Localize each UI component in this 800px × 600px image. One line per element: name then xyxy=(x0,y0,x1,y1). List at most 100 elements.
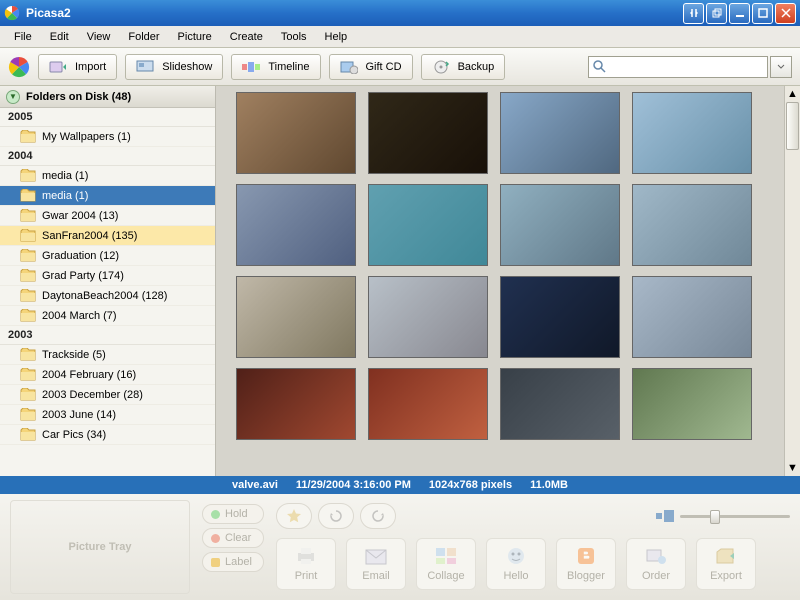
slider-handle[interactable] xyxy=(710,510,720,524)
hold-button[interactable]: Hold xyxy=(202,504,264,524)
giftcd-icon xyxy=(340,60,358,74)
import-button[interactable]: Import xyxy=(38,54,117,80)
thumbnail[interactable] xyxy=(368,92,488,174)
picture-tray[interactable]: Picture Tray xyxy=(10,500,190,594)
folder-icon xyxy=(20,130,36,143)
folder-label: 2004 February (16) xyxy=(42,369,136,381)
thumbnail[interactable] xyxy=(500,92,620,174)
backup-button[interactable]: Backup xyxy=(421,54,506,80)
win-restoredown-button[interactable] xyxy=(706,3,727,24)
thumbsize-slider[interactable] xyxy=(680,515,790,518)
hold-icon xyxy=(211,510,220,519)
timeline-icon xyxy=(242,60,260,74)
folder-icon xyxy=(20,249,36,262)
folder-icon xyxy=(20,229,36,242)
sidebar-folder[interactable]: DaytonaBeach2004 (128) xyxy=(0,286,215,306)
menu-picture[interactable]: Picture xyxy=(170,28,220,46)
thumbnail[interactable] xyxy=(368,276,488,358)
sidebar-folder[interactable]: SanFran2004 (135) xyxy=(0,226,215,246)
maximize-button[interactable] xyxy=(752,3,773,24)
status-bar: valve.avi 11/29/2004 3:16:00 PM 1024x768… xyxy=(0,476,800,494)
sidebar-folder[interactable]: media (1) xyxy=(0,186,215,206)
giftcd-button[interactable]: Gift CD xyxy=(329,54,413,80)
clear-button[interactable]: Clear xyxy=(202,528,264,548)
star-button[interactable] xyxy=(276,503,312,529)
sidebar-folder-list: 2005My Wallpapers (1)2004media (1)media … xyxy=(0,108,215,476)
close-button[interactable] xyxy=(775,3,796,24)
folder-icon xyxy=(20,289,36,302)
vertical-scrollbar[interactable]: ▲ ▼ xyxy=(784,86,800,476)
blogger-button[interactable]: Blogger xyxy=(556,538,616,590)
sidebar-folder[interactable]: 2003 June (14) xyxy=(0,405,215,425)
search-input[interactable] xyxy=(588,56,768,78)
window-title: Picasa2 xyxy=(26,6,683,20)
search-dropdown[interactable] xyxy=(770,56,792,78)
label-button[interactable]: Label xyxy=(202,552,264,572)
backup-label: Backup xyxy=(458,61,495,73)
slideshow-icon xyxy=(136,60,154,74)
collage-button[interactable]: Collage xyxy=(416,538,476,590)
folder-icon xyxy=(20,209,36,222)
rotate-left-button[interactable] xyxy=(318,503,354,529)
sidebar-folder[interactable]: 2004 February (16) xyxy=(0,365,215,385)
tray-label: Picture Tray xyxy=(69,541,132,553)
thumbnail[interactable] xyxy=(632,276,752,358)
rotate-right-button[interactable] xyxy=(360,503,396,529)
folder-label: media (1) xyxy=(42,190,88,202)
thumbnail[interactable] xyxy=(236,184,356,266)
print-button[interactable]: Print xyxy=(276,538,336,590)
status-dimensions: 1024x768 pixels xyxy=(429,479,512,491)
thumbnail[interactable] xyxy=(500,368,620,440)
email-button[interactable]: Email xyxy=(346,538,406,590)
menu-edit[interactable]: Edit xyxy=(42,28,77,46)
export-button[interactable]: Export xyxy=(696,538,756,590)
menu-tools[interactable]: Tools xyxy=(273,28,315,46)
scroll-up-button[interactable]: ▲ xyxy=(785,86,800,102)
menu-help[interactable]: Help xyxy=(317,28,356,46)
thumbnail[interactable] xyxy=(236,368,356,440)
menu-folder[interactable]: Folder xyxy=(120,28,167,46)
folder-label: Grad Party (174) xyxy=(42,270,124,282)
scroll-down-button[interactable]: ▼ xyxy=(785,460,800,476)
sidebar-folder[interactable]: Grad Party (174) xyxy=(0,266,215,286)
backup-icon xyxy=(432,60,450,74)
order-button[interactable]: Order xyxy=(626,538,686,590)
sidebar-folder[interactable]: 2003 December (28) xyxy=(0,385,215,405)
hello-button[interactable]: Hello xyxy=(486,538,546,590)
timeline-button[interactable]: Timeline xyxy=(231,54,320,80)
sidebar-folder[interactable]: media (1) xyxy=(0,166,215,186)
win-navback-button[interactable] xyxy=(683,3,704,24)
thumbnail-area: ▲ ▼ xyxy=(216,86,800,476)
sidebar-folder[interactable]: Gwar 2004 (13) xyxy=(0,206,215,226)
scrollbar-thumb[interactable] xyxy=(786,102,799,150)
thumbnail[interactable] xyxy=(632,368,752,440)
sidebar-year: 2003 xyxy=(0,326,215,345)
app-icon xyxy=(4,5,20,21)
status-filesize: 11.0MB xyxy=(530,479,568,491)
thumbnail[interactable] xyxy=(632,92,752,174)
thumbnail[interactable] xyxy=(236,276,356,358)
collapse-icon: ▼ xyxy=(6,90,20,104)
sidebar-folder[interactable]: 2004 March (7) xyxy=(0,306,215,326)
thumbnail[interactable] xyxy=(368,368,488,440)
sidebar-header[interactable]: ▼ Folders on Disk (48) xyxy=(0,86,215,108)
slideshow-button[interactable]: Slideshow xyxy=(125,54,223,80)
timeline-label: Timeline xyxy=(268,61,309,73)
thumbnail[interactable] xyxy=(500,184,620,266)
minimize-button[interactable] xyxy=(729,3,750,24)
sidebar-header-label: Folders on Disk (48) xyxy=(26,91,131,103)
thumbnail[interactable] xyxy=(632,184,752,266)
menu-file[interactable]: File xyxy=(6,28,40,46)
print-icon xyxy=(294,546,318,566)
folder-label: Car Pics (34) xyxy=(42,429,106,441)
thumbnail[interactable] xyxy=(236,92,356,174)
menu-create[interactable]: Create xyxy=(222,28,271,46)
sidebar-folder[interactable]: Trackside (5) xyxy=(0,345,215,365)
thumbnail[interactable] xyxy=(368,184,488,266)
folder-label: SanFran2004 (135) xyxy=(42,230,137,242)
menu-view[interactable]: View xyxy=(79,28,119,46)
sidebar-folder[interactable]: My Wallpapers (1) xyxy=(0,127,215,147)
sidebar-folder[interactable]: Graduation (12) xyxy=(0,246,215,266)
sidebar-folder[interactable]: Car Pics (34) xyxy=(0,425,215,445)
thumbnail[interactable] xyxy=(500,276,620,358)
